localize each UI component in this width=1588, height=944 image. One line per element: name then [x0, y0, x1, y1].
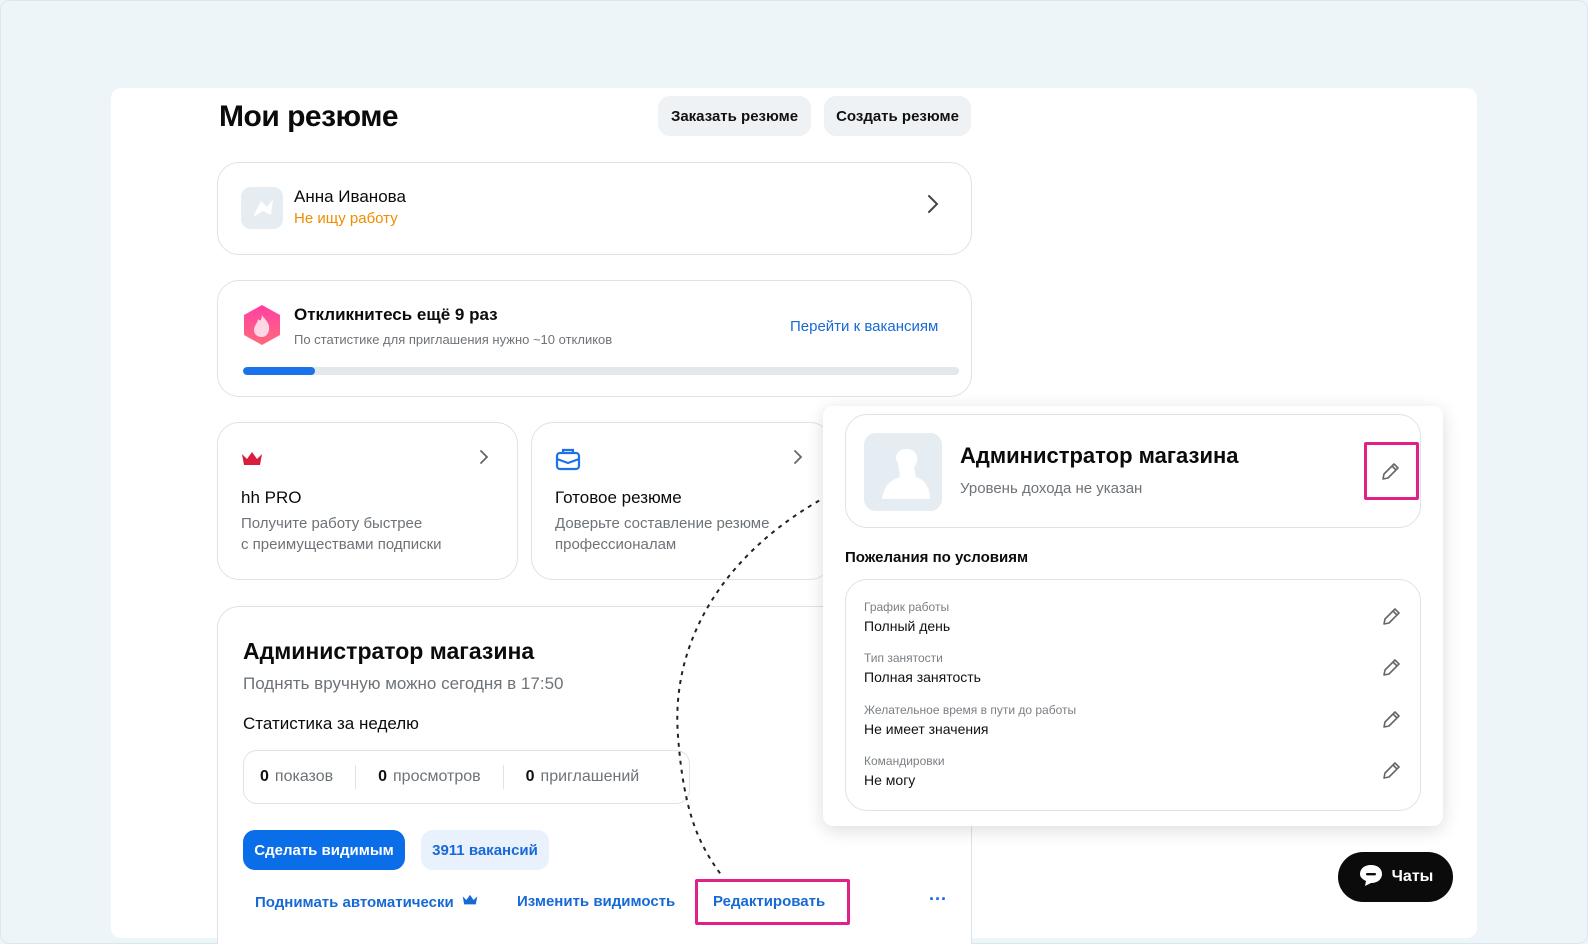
responses-title: Откликнитесь ещё 9 раз	[294, 305, 498, 324]
conditions-title: Пожелания по условиям	[845, 549, 1029, 566]
chats-label: Чаты	[1391, 868, 1434, 885]
page-title: Мои резюме	[219, 100, 399, 133]
resume-photo	[864, 433, 942, 511]
progress-fill	[243, 367, 315, 375]
promo-line: профессионалам	[555, 536, 677, 553]
responses-subtitle: По статистике для приглашения нужно ~10 …	[294, 332, 613, 347]
chevron-right-icon	[793, 449, 803, 470]
make-visible-button[interactable]: Сделать видимым	[243, 830, 405, 870]
profile-name: Анна Иванова	[294, 187, 406, 206]
chats-button[interactable]: Чаты	[1338, 852, 1453, 902]
condition-value: Не могу	[864, 772, 916, 788]
crown-icon	[241, 451, 263, 472]
edit-highlight	[695, 879, 850, 925]
stats-title: Статистика за неделю	[243, 714, 419, 733]
promo-title: hh PRO	[241, 488, 302, 507]
stat-invitations: 0 приглашений	[525, 768, 640, 785]
hh-pro-card[interactable]: hh PRO Получите работу быстрее с преимущ…	[217, 422, 518, 580]
briefcase-icon	[555, 447, 581, 476]
chevron-right-icon	[479, 449, 489, 470]
edit-pencil-icon[interactable]	[1380, 709, 1402, 731]
promo-line: Получите работу быстрее	[241, 515, 423, 532]
condition-label: График работы	[864, 600, 950, 614]
edit-pencil-icon[interactable]	[1380, 606, 1402, 628]
create-resume-button[interactable]: Создать резюме	[824, 96, 971, 136]
auto-raise-link[interactable]: Поднимать автоматически	[255, 893, 478, 911]
condition-label: Желательное время в пути до работы	[864, 703, 1077, 717]
condition-value: Полный день	[864, 618, 951, 634]
stat-views: 0 показов	[260, 768, 334, 785]
profile-status: Не ищу работу	[294, 210, 398, 227]
responses-card: Откликнитесь ещё 9 раз По статистике для…	[217, 280, 972, 397]
raise-info: Поднять вручную можно сегодня в 17:50	[243, 674, 564, 693]
promo-line: с преимуществами подписки	[241, 536, 442, 553]
vacancies-button[interactable]: 3911 вакансий	[421, 830, 549, 870]
condition-item: Командировки Не могу	[864, 754, 945, 788]
crown-icon	[462, 893, 478, 911]
chat-icon	[1358, 863, 1384, 892]
condition-label: Тип занятости	[864, 651, 943, 665]
resume-title[interactable]: Администратор магазина	[243, 638, 534, 665]
auto-raise-label: Поднимать автоматически	[255, 893, 454, 911]
edit-pencil-icon[interactable]	[1380, 657, 1402, 679]
popup-header-card: Администратор магазина Уровень дохода не…	[845, 414, 1421, 528]
popup-title: Администратор магазина	[960, 443, 1239, 468]
change-visibility-link[interactable]: Изменить видимость	[517, 893, 675, 910]
order-resume-button[interactable]: Заказать резюме	[658, 96, 811, 136]
fire-icon	[240, 303, 284, 352]
promo-title: Готовое резюме	[555, 488, 682, 507]
more-button[interactable]: ···	[929, 889, 947, 910]
stat-opens: 0 просмотров	[378, 768, 481, 785]
conditions-card: График работы Полный день Тип занятости …	[845, 579, 1421, 811]
chevron-right-icon	[926, 193, 940, 221]
condition-item: Желательное время в пути до работы Не им…	[864, 703, 1076, 737]
resume-popup: Администратор магазина Уровень дохода не…	[823, 406, 1443, 826]
stats-box: 0 показов 0 просмотров 0 приглашений	[243, 750, 690, 804]
condition-value: Не имеет значения	[864, 721, 989, 737]
responses-progress	[243, 367, 959, 375]
condition-label: Командировки	[864, 754, 945, 768]
pencil-highlight	[1364, 442, 1419, 500]
salary-info: Уровень дохода не указан	[960, 480, 1143, 497]
condition-value: Полная занятость	[864, 669, 981, 685]
condition-item: График работы Полный день	[864, 600, 950, 634]
go-to-vacancies-link[interactable]: Перейти к вакансиям	[790, 318, 938, 335]
edit-pencil-icon[interactable]	[1380, 760, 1402, 782]
avatar	[241, 187, 283, 229]
condition-item: Тип занятости Полная занятость	[864, 651, 981, 685]
profile-card[interactable]: Анна Иванова Не ищу работу	[217, 162, 972, 255]
